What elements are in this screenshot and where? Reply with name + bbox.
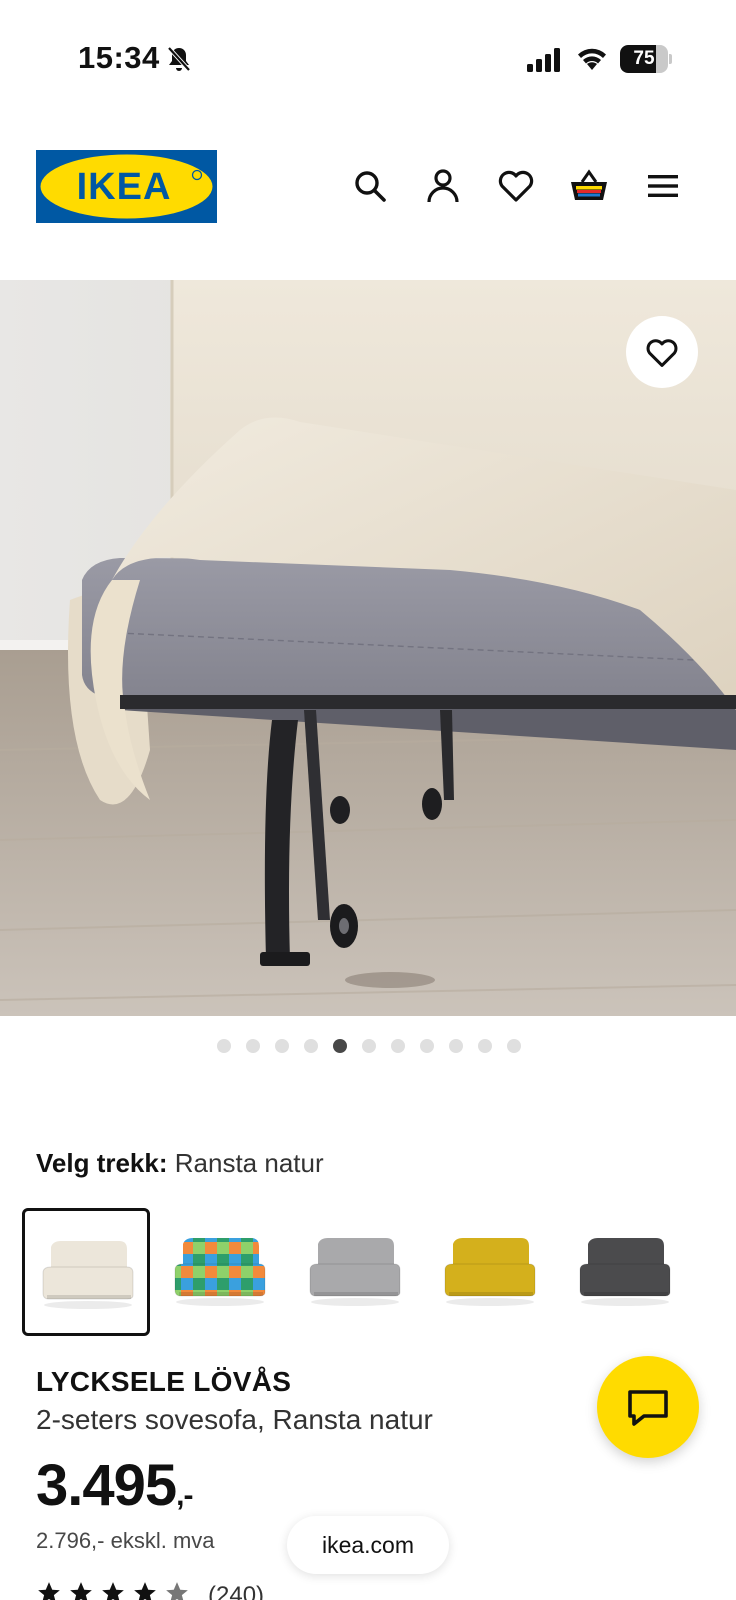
product-name: LYCKSELE LÖVÅS — [36, 1366, 292, 1397]
cover-swatch[interactable] — [427, 1208, 555, 1336]
star-icon — [70, 1582, 92, 1600]
star-icon — [134, 1582, 156, 1600]
sofa-thumbnail — [309, 1238, 401, 1306]
pager-dot[interactable] — [419, 1039, 434, 1053]
cover-label-title: Velg trekk: — [36, 1148, 168, 1178]
cover-swatch[interactable] — [157, 1208, 285, 1336]
sofa-thumbnail — [579, 1238, 671, 1306]
menu-icon[interactable] — [643, 166, 683, 206]
product-description: 2-seters sovesofa, Ransta natur — [36, 1404, 433, 1435]
star-icon — [102, 1582, 124, 1600]
battery-level: 75 — [633, 48, 655, 69]
pager-dot[interactable] — [506, 1039, 521, 1053]
wifi-icon — [575, 44, 609, 72]
chat-button[interactable] — [597, 1356, 699, 1458]
profile-icon[interactable] — [423, 166, 463, 206]
price-amount: 3.495 — [36, 1453, 177, 1518]
price-ex-vat: 2.796,- ekskl. mva — [36, 1528, 215, 1553]
chat-icon — [628, 1390, 668, 1426]
pager-dot[interactable] — [361, 1039, 376, 1053]
url-bar[interactable]: ikea.com — [287, 1516, 449, 1574]
price-suffix: ,- — [176, 1479, 193, 1512]
product-price: 3.495,- — [36, 1452, 194, 1519]
pager-dot[interactable] — [477, 1039, 492, 1053]
search-icon[interactable] — [350, 166, 390, 206]
site-header: IKEA — [0, 120, 736, 280]
heart-icon — [646, 339, 678, 367]
pager-dot[interactable] — [216, 1039, 231, 1053]
star-icon — [166, 1582, 188, 1600]
pager-dot[interactable] — [274, 1039, 289, 1053]
cart-icon[interactable] — [569, 166, 609, 206]
sofa-thumbnail — [174, 1238, 266, 1306]
pager-dot[interactable] — [448, 1039, 463, 1053]
product-image[interactable] — [0, 280, 736, 1016]
image-pager[interactable] — [0, 1036, 736, 1056]
cover-swatch[interactable] — [562, 1208, 690, 1336]
cover-swatches — [22, 1208, 736, 1336]
rating-stars[interactable] — [36, 1580, 190, 1600]
cover-label: Velg trekk: Ransta natur — [36, 1148, 324, 1179]
battery-icon: 75 — [620, 45, 672, 73]
bell-muted-icon — [166, 45, 192, 73]
sofa-bed-photo — [0, 280, 736, 1016]
pager-dot[interactable] — [303, 1039, 318, 1053]
sofa-thumbnail — [444, 1238, 536, 1306]
ikea-logo[interactable]: IKEA — [36, 150, 217, 223]
pager-dot[interactable] — [245, 1039, 260, 1053]
rating-count[interactable]: (240) — [208, 1582, 264, 1600]
pager-dot[interactable] — [332, 1039, 347, 1053]
status-time: 15:34 — [78, 40, 160, 75]
sofa-thumbnail — [42, 1241, 134, 1309]
cover-swatch[interactable] — [22, 1208, 150, 1336]
star-icon — [38, 1582, 60, 1600]
favorite-button[interactable] — [626, 316, 698, 388]
cover-swatch[interactable] — [292, 1208, 420, 1336]
svg-text:IKEA: IKEA — [77, 166, 172, 208]
signal-icon — [527, 48, 563, 72]
status-bar: 15:34 75 — [0, 0, 736, 120]
pager-dot[interactable] — [390, 1039, 405, 1053]
heart-icon[interactable] — [496, 166, 536, 206]
cover-label-value: Ransta natur — [174, 1148, 324, 1178]
